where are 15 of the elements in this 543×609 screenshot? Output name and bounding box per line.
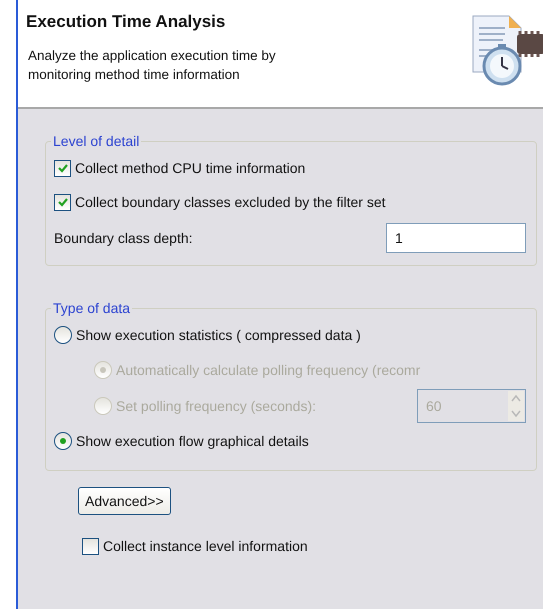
group-legend: Level of detail: [51, 133, 142, 149]
checkmark-icon: [56, 162, 68, 174]
checkmark-icon: [56, 196, 68, 208]
radio-option[interactable]: Show execution statistics ( compressed data ): [54, 318, 526, 352]
group-legend: Type of data: [51, 300, 132, 316]
checkbox-option[interactable]: Collect boundary classes excluded by the filter set: [54, 185, 526, 219]
depth-input-field[interactable]: 1: [386, 223, 526, 253]
page-title: Execution Time Analysis: [26, 12, 226, 32]
field-label: Boundary class depth:: [54, 230, 193, 246]
spinner-arrows-icon[interactable]: [508, 391, 524, 421]
checkbox-option[interactable]: Collect method CPU time information: [54, 151, 526, 185]
advanced-button[interactable]: Advanced>>: [78, 487, 171, 515]
radio-option[interactable]: Show execution flow graphical details: [54, 424, 526, 458]
page-description: Analyze the application execution time by monitoring method time information: [27, 47, 277, 84]
checkbox-option[interactable]: Collect instance level information: [82, 531, 537, 561]
